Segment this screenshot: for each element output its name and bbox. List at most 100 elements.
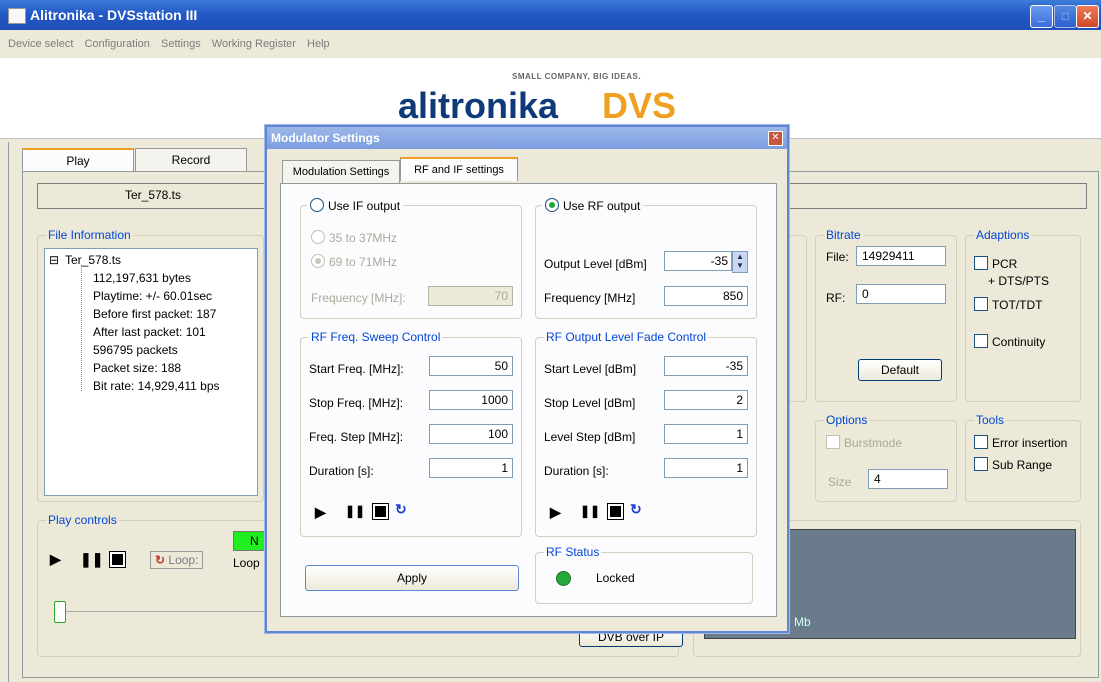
tree-root[interactable]: Ter_578.ts [65, 253, 121, 267]
fade-start-input[interactable]: -35 [664, 356, 748, 376]
fade-control-group: RF Output Level Fade Control Start Level… [535, 330, 757, 537]
tree-item[interactable]: 596795 packets [93, 343, 178, 357]
pause-icon[interactable]: ❚❚ [80, 551, 103, 568]
options-label: Options [824, 413, 870, 427]
filename-display-right [785, 183, 1087, 209]
dialog-close-button[interactable]: ✕ [768, 131, 783, 146]
bitrate-rf-input[interactable]: 0 [856, 284, 946, 304]
sweep-play-icon[interactable]: ▶ [315, 504, 326, 521]
locked-indicator-icon [556, 571, 571, 586]
pcr-sub-label: + DTS/PTS [988, 274, 1050, 288]
brand-logo-dvs: DVS [602, 85, 677, 126]
fade-pause-icon[interactable]: ❚❚ [580, 504, 600, 518]
fade-stop-input[interactable]: 2 [664, 390, 748, 410]
loop-button[interactable]: ↻ Loop: [150, 551, 204, 569]
fade-step-label: Level Step [dBm] [544, 430, 636, 444]
sweep-duration-input[interactable]: 1 [429, 458, 513, 478]
sweep-pause-icon[interactable]: ❚❚ [345, 504, 365, 518]
bitrate-file-input[interactable]: 14929411 [856, 246, 946, 266]
title-bar: Alitronika - DVSstation III _ □ ✕ [0, 0, 1101, 30]
dialog-title: Modulator Settings [271, 131, 380, 145]
fade-step-input[interactable]: 1 [664, 424, 748, 444]
pcr-checkbox[interactable]: PCR [974, 256, 1017, 271]
minimize-button[interactable]: _ [1030, 5, 1053, 28]
tab-play[interactable]: Play [22, 148, 134, 172]
menu-help[interactable]: Help [307, 38, 330, 50]
fade-stop-label: Stop Level [dBm] [544, 396, 636, 410]
size-label: Size [828, 475, 852, 489]
if-69-71-radio[interactable]: 69 to 71MHz [311, 254, 397, 269]
play-controls-label: Play controls [46, 513, 119, 527]
sweep-start-input[interactable]: 50 [429, 356, 513, 376]
adaptions-label: Adaptions [974, 228, 1032, 242]
position-slider-thumb[interactable] [54, 601, 66, 623]
menu-device-select[interactable]: Device select [8, 38, 73, 50]
burstmode-checkbox[interactable]: Burstmode [826, 435, 902, 450]
bitrate-group: Bitrate File: 14929411 RF: 0 Default [815, 228, 957, 402]
menu-working-register[interactable]: Working Register [212, 38, 296, 50]
tab-modulation-settings[interactable]: Modulation Settings [282, 160, 400, 183]
tab-rf-if-settings[interactable]: RF and IF settings [400, 157, 518, 181]
menu-settings[interactable]: Settings [161, 38, 201, 50]
if-output-group: Use IF output 35 to 37MHz 69 to 71MHz Fr… [300, 198, 522, 319]
rf-status-group: RF Status Locked [535, 545, 753, 604]
tree-collapse-icon[interactable]: ⊟ [49, 253, 59, 267]
if-frequency-input[interactable]: 70 [428, 286, 513, 306]
default-button[interactable]: Default [858, 359, 942, 381]
slogan: SMALL COMPANY, BIG IDEAS. [512, 72, 642, 81]
close-button[interactable]: ✕ [1076, 5, 1099, 28]
tree-item[interactable]: Packet size: 188 [93, 361, 181, 375]
output-level-label: Output Level [dBm] [544, 257, 647, 271]
rf-frequency-input[interactable]: 850 [664, 286, 748, 306]
rf-status-label: RF Status [544, 545, 602, 559]
rf-frequency-label: Frequency [MHz] [544, 291, 636, 305]
fade-play-icon[interactable]: ▶ [550, 504, 561, 521]
tree-item[interactable]: Playtime: +/- 60.01sec [93, 289, 212, 303]
fade-control-label: RF Output Level Fade Control [544, 330, 709, 344]
sub-range-checkbox[interactable]: Sub Range [974, 457, 1052, 472]
menu-configuration[interactable]: Configuration [84, 38, 149, 50]
sweep-start-label: Start Freq. [MHz]: [309, 362, 404, 376]
rf-output-group: Use RF output Output Level [dBm] -35 ▲ ▼ … [535, 198, 757, 319]
file-tree[interactable]: ⊟ Ter_578.ts 112,197,631 bytes Playtime:… [44, 248, 258, 496]
sweep-step-input[interactable]: 100 [429, 424, 513, 444]
tree-item[interactable]: Before first packet: 187 [93, 307, 216, 321]
sweep-duration-label: Duration [s]: [309, 464, 374, 478]
tab-record[interactable]: Record [135, 148, 247, 171]
maximize-button[interactable]: □ [1054, 5, 1077, 28]
if-35-37-radio[interactable]: 35 to 37MHz [311, 230, 397, 245]
size-input[interactable]: 4 [868, 469, 948, 489]
fade-stop-icon[interactable] [607, 503, 624, 522]
use-rf-output-radio[interactable]: Use RF output [542, 198, 644, 213]
bitrate-label: Bitrate [824, 228, 863, 242]
continuity-checkbox[interactable]: Continuity [974, 334, 1045, 349]
tools-label: Tools [974, 413, 1007, 427]
tree-item[interactable]: Bit rate: 14,929,411 bps [93, 379, 220, 393]
tot-checkbox[interactable]: TOT/TDT [974, 297, 1042, 312]
stop-icon[interactable] [109, 551, 126, 570]
adaptions-group: Adaptions PCR + DTS/PTS TOT/TDT Continui… [965, 228, 1081, 402]
sweep-stop-icon[interactable] [372, 503, 389, 522]
file-information-label: File Information [46, 228, 133, 242]
options-group: Options Burstmode Size 4 [815, 413, 957, 502]
use-if-output-radio[interactable]: Use IF output [307, 198, 404, 213]
fade-loop-icon[interactable]: ↻ [630, 501, 642, 518]
error-insertion-checkbox[interactable]: Error insertion [974, 435, 1067, 450]
bitrate-rf-label: RF: [826, 291, 846, 305]
fade-duration-input[interactable]: 1 [664, 458, 748, 478]
sweep-control-label: RF Freq. Sweep Control [309, 330, 443, 344]
if-frequency-label: Frequency [MHz]: [311, 291, 406, 305]
apply-button[interactable]: Apply [305, 565, 519, 591]
position-track [54, 611, 264, 612]
dialog-title-bar: Modulator Settings [267, 127, 787, 149]
output-level-spinner[interactable]: ▲ ▼ [732, 251, 748, 273]
output-level-input[interactable]: -35 [664, 251, 732, 271]
rf-status-value: Locked [596, 571, 635, 585]
tree-item[interactable]: After last packet: 101 [93, 325, 206, 339]
sweep-stop-input[interactable]: 1000 [429, 390, 513, 410]
window-title: Alitronika - DVSstation III [30, 7, 198, 23]
play-icon[interactable]: ▶ [50, 551, 61, 568]
brand-logo-text: alitronika [398, 85, 559, 126]
sweep-loop-icon[interactable]: ↻ [395, 501, 407, 518]
tree-item[interactable]: 112,197,631 bytes [93, 271, 191, 285]
